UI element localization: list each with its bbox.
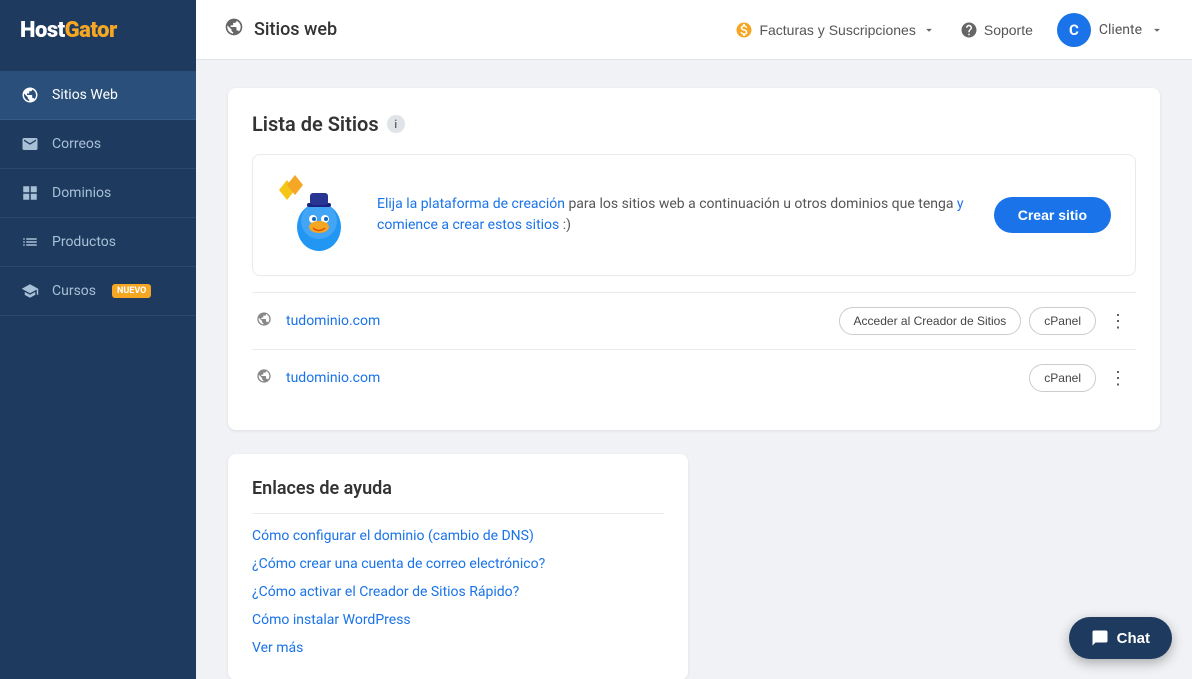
help-links: Cómo configurar el dominio (cambio de DN… xyxy=(252,528,664,656)
sidebar-item-correos[interactable]: Correos xyxy=(0,120,196,169)
sidebar-item-cursos[interactable]: Cursos NUEVO xyxy=(0,267,196,316)
domain-globe-icon xyxy=(256,311,272,331)
header-title-area: Sitios web xyxy=(224,17,719,42)
info-icon[interactable]: i xyxy=(387,115,405,133)
card-title: Lista de Sitios i xyxy=(252,112,1136,136)
sidebar-item-label: Dominios xyxy=(52,185,111,201)
header-right: Facturas y Suscripciones Soporte C Clien… xyxy=(735,13,1164,47)
sidebar-item-dominios[interactable]: Dominios xyxy=(0,169,196,218)
help-link-1[interactable]: ¿Cómo crear una cuenta de correo electró… xyxy=(252,556,664,572)
globe-icon xyxy=(20,85,40,105)
sidebar-item-productos[interactable]: Productos xyxy=(0,218,196,267)
chat-label: Chat xyxy=(1117,630,1150,647)
sidebar-item-label: Cursos xyxy=(52,283,96,299)
cpanel-button[interactable]: cPanel xyxy=(1029,307,1096,335)
sites-list-card: Lista de Sitios i xyxy=(228,88,1160,430)
help-link-4[interactable]: Ver más xyxy=(252,640,664,656)
page-title: Sitios web xyxy=(254,19,337,40)
more-options-button[interactable]: ⋮ xyxy=(1104,307,1132,335)
help-link-3[interactable]: Cómo instalar WordPress xyxy=(252,612,664,628)
soporte-label: Soporte xyxy=(984,22,1033,38)
help-title: Enlaces de ayuda xyxy=(252,478,664,514)
chevron-down-icon xyxy=(1150,23,1164,37)
domain-actions: cPanel ⋮ xyxy=(1029,364,1132,392)
logo-gator: Gator xyxy=(65,18,117,43)
list-icon xyxy=(20,232,40,252)
more-options-button-2[interactable]: ⋮ xyxy=(1104,364,1132,392)
facturas-button[interactable]: Facturas y Suscripciones xyxy=(735,21,935,39)
nuevo-badge: NUEVO xyxy=(112,284,151,298)
cliente-label: Cliente xyxy=(1099,22,1142,38)
mascot-illustration xyxy=(277,175,357,255)
banner-text: Elija la plataforma de creación para los… xyxy=(377,194,974,236)
domain-globe-icon xyxy=(256,368,272,388)
domain-name[interactable]: tudominio.com xyxy=(286,370,1019,386)
logo: HostGator xyxy=(0,0,196,61)
header: Sitios web Facturas y Suscripciones Sopo… xyxy=(196,0,1192,60)
create-site-button[interactable]: Crear sitio xyxy=(994,197,1111,233)
avatar: C xyxy=(1057,13,1091,47)
sidebar-item-sitios-web[interactable]: Sitios Web xyxy=(0,71,196,120)
cliente-menu[interactable]: C Cliente xyxy=(1057,13,1164,47)
sidebar-nav: Sitios Web Correos Dominios Productos Cu xyxy=(0,71,196,316)
domain-row: tudominio.com Acceder al Creador de Siti… xyxy=(252,292,1136,349)
sidebar-item-label: Productos xyxy=(52,234,116,250)
facturas-label: Facturas y Suscripciones xyxy=(759,22,915,38)
domain-actions: Acceder al Creador de Sitios cPanel ⋮ xyxy=(839,307,1132,335)
sidebar-item-label: Correos xyxy=(52,136,101,152)
chat-button[interactable]: Chat xyxy=(1069,617,1172,659)
logo-host: Host xyxy=(20,18,65,43)
help-link-2[interactable]: ¿Cómo activar el Creador de Sitios Rápid… xyxy=(252,584,664,600)
page-globe-icon xyxy=(224,17,244,42)
acceder-button[interactable]: Acceder al Creador de Sitios xyxy=(839,307,1022,335)
help-link-0[interactable]: Cómo configurar el dominio (cambio de DN… xyxy=(252,528,664,544)
domain-name[interactable]: tudominio.com xyxy=(286,313,829,329)
chat-icon xyxy=(1091,629,1109,647)
promo-banner: Elija la plataforma de creación para los… xyxy=(252,154,1136,276)
help-card: Enlaces de ayuda Cómo configurar el domi… xyxy=(228,454,688,679)
content-area: Lista de Sitios i xyxy=(196,60,1192,679)
domain-row: tudominio.com cPanel ⋮ xyxy=(252,349,1136,406)
grid-icon xyxy=(20,183,40,203)
email-icon xyxy=(20,134,40,154)
cpanel-button-2[interactable]: cPanel xyxy=(1029,364,1096,392)
sidebar-item-label: Sitios Web xyxy=(52,87,118,103)
main-area: Sitios web Facturas y Suscripciones Sopo… xyxy=(196,0,1192,679)
soporte-button[interactable]: Soporte xyxy=(960,21,1033,39)
sidebar: HostGator Sitios Web Correos Dominios P xyxy=(0,0,196,679)
courses-icon xyxy=(20,281,40,301)
banner-link1[interactable]: Elija la plataforma de creación xyxy=(377,196,565,212)
